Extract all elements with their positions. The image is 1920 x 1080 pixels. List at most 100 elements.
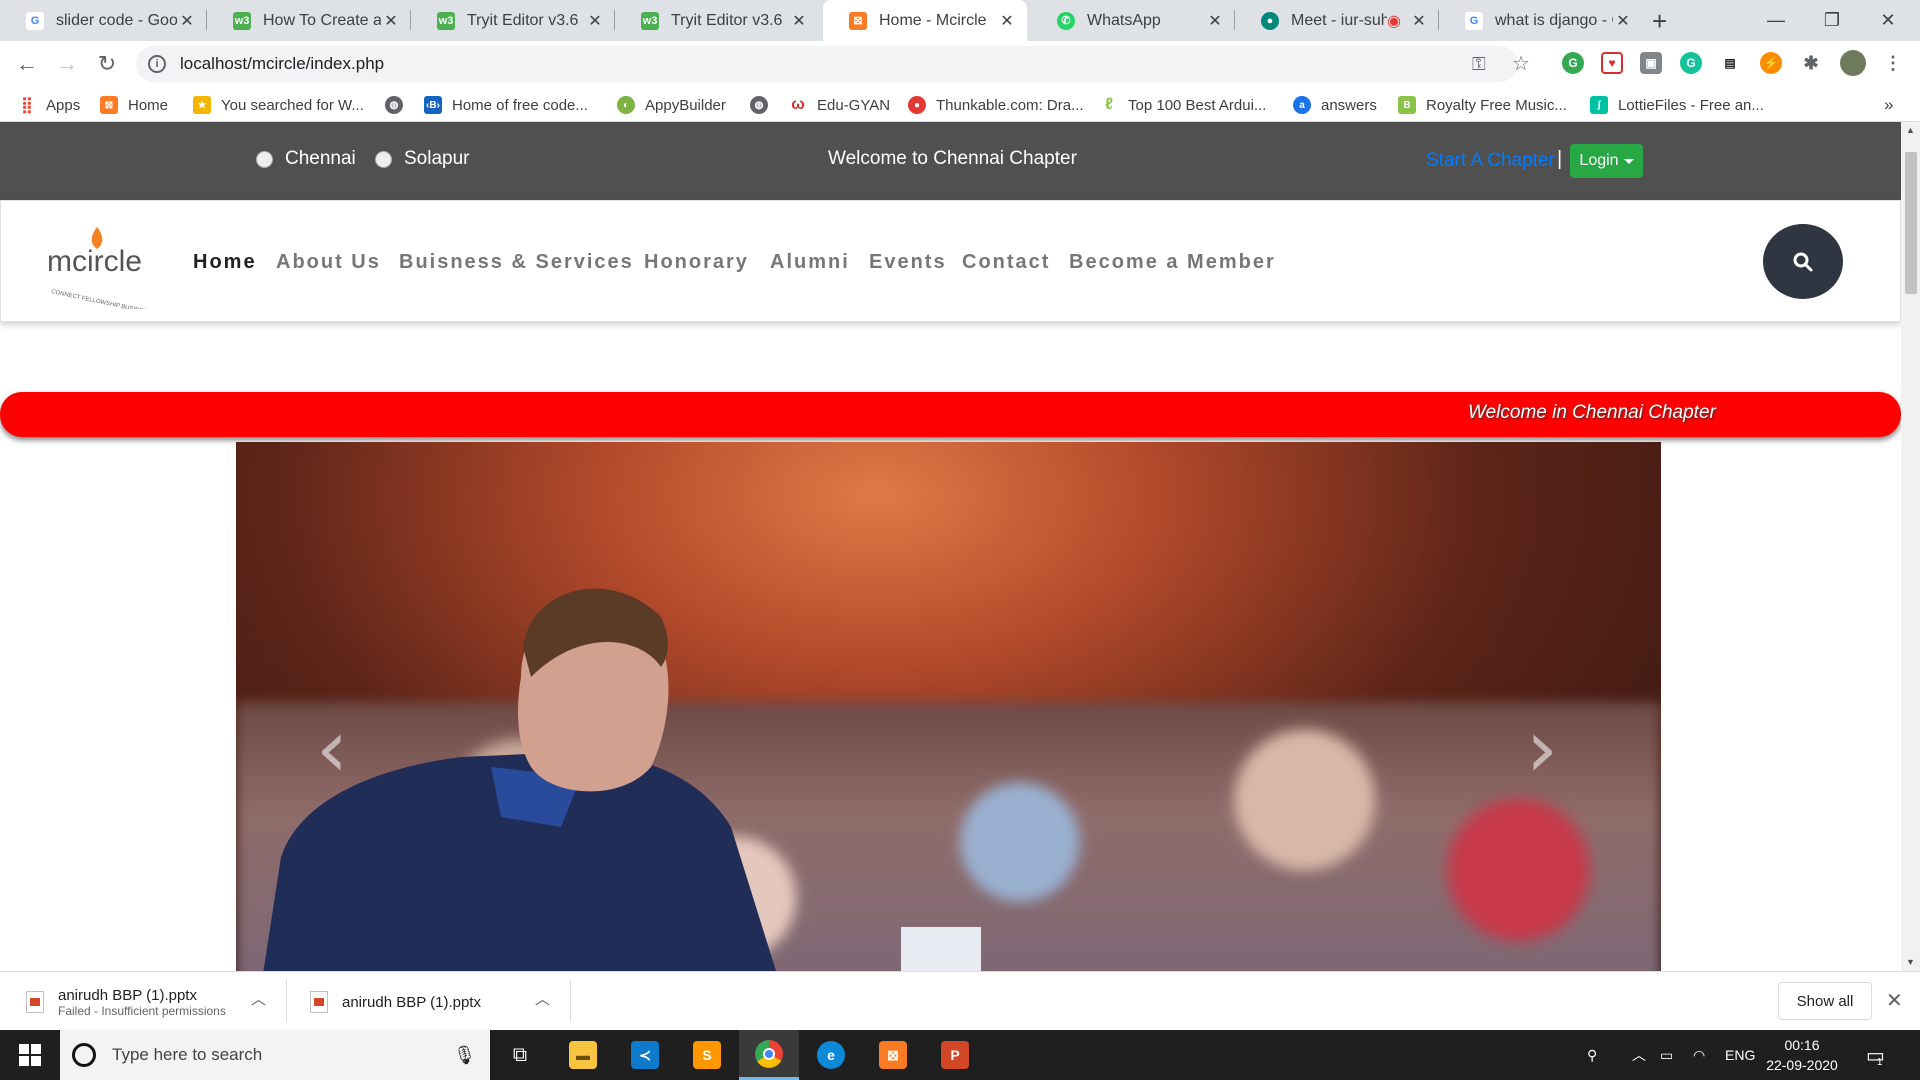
search-button[interactable] — [1763, 224, 1843, 299]
people-icon[interactable]: ⚲ — [1587, 1030, 1597, 1080]
close-tab-icon[interactable]: ✕ — [1613, 11, 1633, 31]
close-downloads-icon[interactable]: ✕ — [1886, 988, 1903, 1013]
bookmark-star-icon[interactable]: ☆ — [1512, 51, 1530, 76]
scroll-up-icon[interactable]: ▲ — [1901, 122, 1920, 139]
city-radio-solapur[interactable]: Solapur — [375, 148, 470, 170]
puzzle-icon[interactable]: ✱ — [1800, 52, 1822, 74]
close-tab-icon[interactable]: ✕ — [177, 11, 197, 31]
taskbar-search-box[interactable]: Type here to search 🎙 — [60, 1030, 490, 1080]
carousel-next-icon[interactable]: › — [1526, 702, 1558, 795]
browser-tab[interactable]: w3 How To Create a Li ✕ — [207, 0, 411, 41]
bookmark-label: AppyBuilder — [645, 96, 726, 114]
show-all-button[interactable]: Show all — [1778, 982, 1872, 1020]
nav-honorary[interactable]: Honorary — [644, 251, 749, 274]
nav-business-services[interactable]: Buisness & Services — [399, 251, 634, 274]
bookmark-apps[interactable]: ⣿ Apps — [18, 94, 80, 116]
new-tab-button[interactable]: + — [1652, 6, 1667, 37]
bookmark-item[interactable]: ω Edu-GYAN — [789, 94, 890, 116]
wifi-icon[interactable]: ◠ — [1693, 1030, 1705, 1080]
chevron-up-icon[interactable]: ︿ — [251, 988, 266, 1009]
close-tab-icon[interactable]: ✕ — [1205, 11, 1225, 31]
close-tab-icon[interactable]: ✕ — [1409, 11, 1429, 31]
scroll-thumb[interactable] — [1905, 152, 1917, 294]
restore-icon[interactable]: ❐ — [1804, 0, 1860, 41]
url-text[interactable]: localhost/mcircle/index.php — [180, 54, 384, 74]
more-bookmarks-icon[interactable]: » — [1884, 94, 1893, 116]
close-tab-icon[interactable]: ✕ — [789, 11, 809, 31]
browser-tab-active[interactable]: ⊠ Home - Mcircle ✕ — [823, 0, 1027, 41]
download-item[interactable]: anirudh BBP (1).pptx Failed - Insufficie… — [26, 980, 226, 1024]
menu-dots-icon[interactable]: ⋮ — [1882, 52, 1904, 74]
nav-alumni[interactable]: Alumni — [770, 251, 850, 274]
close-tab-icon[interactable]: ✕ — [585, 11, 605, 31]
sublime-text-icon[interactable]: S — [677, 1030, 737, 1080]
tray-chevron-icon[interactable]: ︿ — [1632, 1030, 1646, 1080]
forward-icon[interactable]: → — [52, 49, 82, 79]
browser-tab[interactable]: G slider code - Goog ✕ — [0, 0, 207, 41]
back-icon[interactable]: ← — [12, 49, 42, 79]
radio-button[interactable] — [375, 150, 392, 168]
document-icon[interactable]: ▤ — [1719, 52, 1741, 74]
edge-icon[interactable]: e — [801, 1030, 861, 1080]
reload-icon[interactable]: ↻ — [92, 49, 122, 79]
browser-tab[interactable]: G what is django - G ✕ — [1439, 0, 1643, 41]
task-view-icon[interactable]: ⧉ — [490, 1030, 550, 1080]
lightning-icon[interactable]: ⚡ — [1760, 52, 1782, 74]
address-bar[interactable]: i localhost/mcircle/index.php — [136, 46, 1518, 82]
close-window-icon[interactable]: ✕ — [1860, 0, 1916, 41]
page-scrollbar[interactable]: ▲ ▼ — [1901, 122, 1920, 971]
powerpoint-icon[interactable]: P — [925, 1030, 985, 1080]
close-tab-icon[interactable]: ✕ — [997, 11, 1017, 31]
vscode-icon[interactable]: ≺ — [615, 1030, 675, 1080]
bookmark-item[interactable]: ʃ LottieFiles - Free an... — [1590, 94, 1764, 116]
close-tab-icon[interactable]: ✕ — [381, 11, 401, 31]
extension-icon[interactable]: G — [1562, 52, 1584, 74]
browser-tab[interactable]: w3 Tryit Editor v3.6 ✕ — [615, 0, 819, 41]
nav-about-us[interactable]: About Us — [276, 251, 381, 274]
bookmark-item[interactable]: ⊠ Home — [100, 94, 168, 116]
login-button[interactable]: Login — [1570, 144, 1643, 178]
browser-tab[interactable]: w3 Tryit Editor v3.6 ✕ — [411, 0, 615, 41]
language-indicator[interactable]: ENG — [1725, 1030, 1755, 1080]
chevron-up-icon[interactable]: ︿ — [535, 988, 550, 1009]
bag-icon[interactable]: ▣ — [1640, 52, 1662, 74]
windows-start-button[interactable] — [0, 1030, 60, 1080]
battery-icon[interactable]: ▭ — [1660, 1030, 1673, 1080]
bookmark-item[interactable]: ★ You searched for W... — [193, 94, 364, 116]
action-center-icon[interactable]: ▭ 1 — [1866, 1030, 1885, 1080]
bookmark-item[interactable]: ● Thunkable.com: Dra... — [908, 94, 1084, 116]
start-chapter-link[interactable]: Start A Chapter — [1426, 150, 1555, 172]
bookmark-item[interactable]: a answers — [1293, 94, 1377, 116]
bookmark-item[interactable]: ℓ Top 100 Best Ardui... — [1100, 94, 1266, 116]
bookmark-item[interactable]: B Royalty Free Music... — [1398, 94, 1567, 116]
minimize-icon[interactable]: — — [1748, 0, 1804, 41]
city-radio-chennai[interactable]: Chennai — [256, 148, 356, 170]
nav-home[interactable]: Home — [193, 251, 257, 274]
key-icon[interactable]: ⚿ — [1472, 54, 1486, 75]
nav-events[interactable]: Events — [869, 251, 947, 274]
radio-button[interactable] — [256, 150, 273, 168]
nav-contact[interactable]: Contact — [962, 251, 1050, 274]
bookmark-item[interactable]: ◍ — [385, 94, 413, 116]
grammarly-icon[interactable]: G — [1680, 52, 1702, 74]
system-clock[interactable]: 00:16 22-09-2020 — [1762, 1035, 1842, 1075]
hero-carousel[interactable]: ‹ › — [236, 442, 1661, 971]
browser-tab[interactable]: ● Meet - iur-suh ◉ ✕ — [1235, 0, 1439, 41]
scroll-down-icon[interactable]: ▼ — [1901, 954, 1920, 971]
xampp-icon[interactable]: ⊠ — [863, 1030, 923, 1080]
browser-tab-strip: G slider code - Goog ✕ w3 How To Create … — [0, 0, 1920, 41]
bookmark-item[interactable]: ◍ — [750, 94, 778, 116]
bookmark-item[interactable]: ◐ AppyBuilder — [617, 94, 726, 116]
microphone-icon[interactable]: 🎙 — [453, 1045, 476, 1066]
download-item[interactable]: anirudh BBP (1).pptx — [310, 980, 481, 1024]
nav-become-member[interactable]: Become a Member — [1069, 251, 1276, 274]
site-info-icon[interactable]: i — [148, 55, 166, 73]
mcircle-logo[interactable]: mcircle CONNECT FELLOWSHIP BUSINESS — [45, 221, 163, 309]
bookmark-item[interactable]: ‹B› Home of free code... — [424, 94, 588, 116]
avatar[interactable] — [1840, 50, 1866, 76]
file-explorer-icon[interactable]: ▬ — [553, 1030, 613, 1080]
carousel-prev-icon[interactable]: ‹ — [316, 702, 348, 795]
chrome-icon[interactable] — [739, 1030, 799, 1080]
pocket-icon[interactable]: ♥ — [1601, 52, 1623, 74]
browser-tab[interactable]: ✆ WhatsApp ✕ — [1031, 0, 1235, 41]
